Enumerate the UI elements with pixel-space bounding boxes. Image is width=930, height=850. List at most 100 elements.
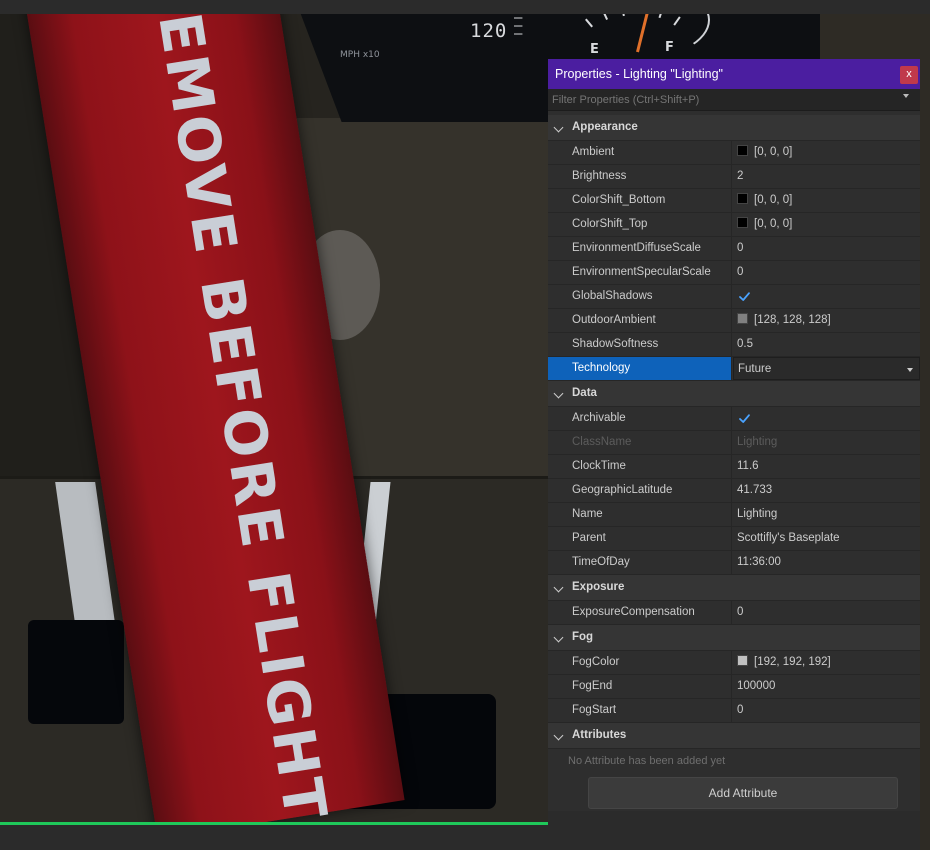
property-value-text: [128, 128, 128] <box>754 314 831 326</box>
property-name: EnvironmentSpecularScale <box>548 261 732 284</box>
property-name: ColorShift_Bottom <box>548 189 732 212</box>
category-header-exposure[interactable]: Exposure <box>548 575 920 601</box>
property-name: Ambient <box>548 141 732 164</box>
property-value-text: [0, 0, 0] <box>754 218 793 230</box>
property-row-outdoorambient[interactable]: OutdoorAmbient [128, 128, 128] <box>548 309 920 333</box>
add-attribute-wrap: Add Attribute <box>548 773 920 813</box>
property-row-brightness[interactable]: Brightness 2 <box>548 165 920 189</box>
category-label: Exposure <box>572 581 625 593</box>
property-row-colorshift-bottom[interactable]: ColorShift_Bottom [0, 0, 0] <box>548 189 920 213</box>
property-row-name[interactable]: Name Lighting <box>548 503 920 527</box>
property-value-text: 11.6 <box>737 460 759 472</box>
chevron-down-icon[interactable] <box>907 368 913 372</box>
category-header-attributes[interactable]: Attributes <box>548 723 920 749</box>
property-name: TimeOfDay <box>548 551 732 574</box>
no-attributes-note: No Attribute has been added yet <box>568 755 726 767</box>
property-value[interactable]: 100000 <box>733 675 920 698</box>
category-label: Attributes <box>572 729 627 741</box>
property-value[interactable]: [0, 0, 0] <box>733 141 920 164</box>
property-value[interactable]: 11:36:00 <box>733 551 920 574</box>
property-row-ambient[interactable]: Ambient [0, 0, 0] <box>548 141 920 165</box>
property-value[interactable] <box>733 407 920 430</box>
panel-titlebar[interactable]: Properties - Lighting "Lighting" x <box>548 59 920 89</box>
property-value[interactable]: Future <box>733 357 920 380</box>
chevron-down-icon[interactable] <box>903 94 909 98</box>
chevron-down-icon[interactable] <box>553 122 564 133</box>
category-label: Appearance <box>572 121 638 133</box>
property-row-parent[interactable]: Parent Scottifly's Baseplate <box>548 527 920 551</box>
property-row-fogcolor[interactable]: FogColor [192, 192, 192] <box>548 651 920 675</box>
property-value: Lighting <box>733 431 920 454</box>
property-name: EnvironmentDiffuseScale <box>548 237 732 260</box>
property-value-text: 0 <box>737 606 744 618</box>
property-row-timeofday[interactable]: TimeOfDay 11:36:00 <box>548 551 920 575</box>
chevron-down-icon[interactable] <box>553 582 564 593</box>
property-value[interactable]: 0 <box>733 601 920 624</box>
property-row-globalshadows[interactable]: GlobalShadows <box>548 285 920 309</box>
property-row-fogstart[interactable]: FogStart 0 <box>548 699 920 723</box>
filter-properties-input[interactable] <box>548 89 900 110</box>
property-value[interactable]: 0.5 <box>733 333 920 356</box>
chevron-down-icon[interactable] <box>553 730 564 741</box>
property-value[interactable]: [192, 192, 192] <box>733 651 920 674</box>
property-row-environmentspecularscale[interactable]: EnvironmentSpecularScale 0 <box>548 261 920 285</box>
property-value[interactable]: 11.6 <box>733 455 920 478</box>
category-header-fog[interactable]: Fog <box>548 625 920 651</box>
top-bar <box>0 0 930 14</box>
property-value-text: 0 <box>737 242 744 254</box>
property-row-clocktime[interactable]: ClockTime 11.6 <box>548 455 920 479</box>
property-name: Archivable <box>548 407 732 430</box>
property-value[interactable]: 2 <box>733 165 920 188</box>
property-row-fogend[interactable]: FogEnd 100000 <box>548 675 920 699</box>
chevron-down-icon[interactable] <box>553 632 564 643</box>
color-swatch-icon[interactable] <box>737 313 748 324</box>
property-row-colorshift-top[interactable]: ColorShift_Top [0, 0, 0] <box>548 213 920 237</box>
property-name: Parent <box>548 527 732 550</box>
property-name: FogColor <box>548 651 732 674</box>
property-name: GeographicLatitude <box>548 479 732 502</box>
property-value[interactable]: 41.733 <box>733 479 920 502</box>
color-swatch-icon[interactable] <box>737 145 748 156</box>
close-button[interactable]: x <box>900 66 918 84</box>
property-value[interactable]: Lighting <box>733 503 920 526</box>
category-header-appearance[interactable]: Appearance <box>548 115 920 141</box>
property-value[interactable]: 0 <box>733 699 920 722</box>
category-label: Fog <box>572 631 594 643</box>
property-row-shadowsoftness[interactable]: ShadowSoftness 0.5 <box>548 333 920 357</box>
property-row-geographiclatitude[interactable]: GeographicLatitude 41.733 <box>548 479 920 503</box>
property-value-text: Future <box>738 363 772 375</box>
check-icon[interactable] <box>737 289 752 304</box>
property-name: FogEnd <box>548 675 732 698</box>
property-value[interactable] <box>733 285 920 308</box>
speed-gauge-ticks: — — — <box>514 10 523 42</box>
property-value[interactable]: 0 <box>733 237 920 260</box>
color-swatch-icon[interactable] <box>737 193 748 204</box>
property-value[interactable]: [128, 128, 128] <box>733 309 920 332</box>
seat-block-left <box>28 620 124 724</box>
properties-panel: Properties - Lighting "Lighting" x Appea… <box>548 59 920 850</box>
property-row-archivable[interactable]: Archivable <box>548 407 920 431</box>
property-row-classname[interactable]: ClassName Lighting <box>548 431 920 455</box>
property-value[interactable]: [0, 0, 0] <box>733 213 920 236</box>
property-name: ColorShift_Top <box>548 213 732 236</box>
property-row-environmentdiffusescale[interactable]: EnvironmentDiffuseScale 0 <box>548 237 920 261</box>
property-value-text: 0 <box>737 704 744 716</box>
color-swatch-icon[interactable] <box>737 217 748 228</box>
property-name: Brightness <box>548 165 732 188</box>
property-value[interactable]: 0 <box>733 261 920 284</box>
panel-title: Properties - Lighting "Lighting" <box>555 67 723 81</box>
color-swatch-icon[interactable] <box>737 655 748 666</box>
chevron-down-icon[interactable] <box>553 388 564 399</box>
property-value-text: [0, 0, 0] <box>754 146 793 158</box>
property-value-text: Lighting <box>737 436 778 448</box>
check-icon[interactable] <box>737 411 752 426</box>
property-row-technology[interactable]: Technology Future <box>548 357 920 381</box>
category-header-data[interactable]: Data <box>548 381 920 407</box>
property-value[interactable]: Scottifly's Baseplate <box>733 527 920 550</box>
property-row-exposurecompensation[interactable]: ExposureCompensation 0 <box>548 601 920 625</box>
property-name: OutdoorAmbient <box>548 309 732 332</box>
property-name: ShadowSoftness <box>548 333 732 356</box>
add-attribute-button[interactable]: Add Attribute <box>588 777 898 809</box>
property-value[interactable]: [0, 0, 0] <box>733 189 920 212</box>
property-name: ClockTime <box>548 455 732 478</box>
